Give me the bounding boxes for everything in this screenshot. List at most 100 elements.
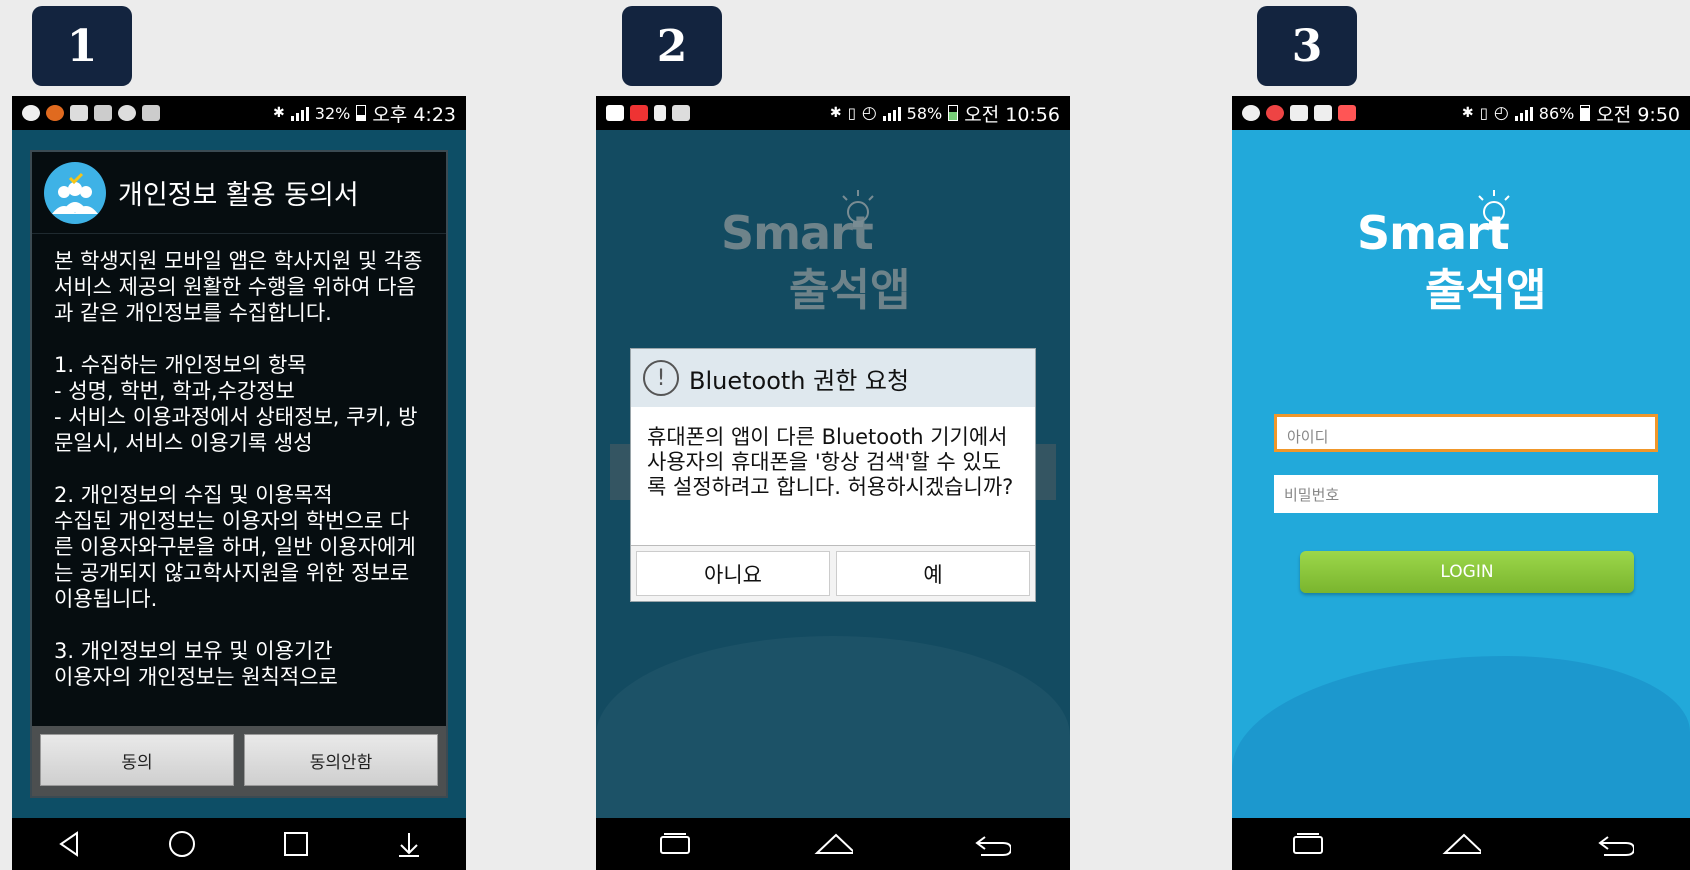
app-icon	[46, 105, 64, 121]
logo-text: Smart	[721, 206, 874, 260]
lightbulb-icon	[1478, 190, 1510, 227]
bluetooth-permission-dialog: ! Bluetooth 권한 요청 휴대폰의 앱이 다른 Bluetooth 기…	[631, 349, 1035, 601]
status-time: 오전 9:50	[1596, 103, 1680, 126]
step-number: 2	[656, 20, 688, 72]
bluetooth-icon: ✱	[1461, 105, 1474, 121]
nav-bar	[12, 818, 466, 870]
signal-icon	[882, 105, 901, 121]
phone-screen-login: ✱ ▯ ◴ 86% 오전 9:50 Smart 출석앱 아이디 비밀번호 LOG…	[1232, 96, 1690, 870]
nav-bar	[1232, 818, 1690, 870]
usb-icon	[654, 105, 666, 121]
section-heading: 2. 개인정보의 수집 및 이용목적	[54, 483, 333, 507]
status-time: 오전 10:56	[964, 103, 1060, 126]
bluetooth-icon: ✱	[829, 105, 842, 121]
dialog-header: ! Bluetooth 권한 요청	[631, 349, 1035, 407]
consent-section-3: 3. 개인정보의 보유 및 이용기간 이용자의 개인정보는 원칙적으로	[54, 638, 426, 690]
step-number: 3	[1291, 20, 1323, 72]
consent-dialog: 개인정보 활용 동의서 본 학생지원 모바일 앱은 학사지원 및 각종 서비스 …	[30, 150, 448, 798]
back-icon[interactable]	[1594, 824, 1634, 864]
battery-percent: 32%	[314, 103, 351, 123]
agree-button[interactable]: 동의	[40, 734, 234, 786]
password-input[interactable]: 비밀번호	[1274, 475, 1658, 513]
battery-percent: 86%	[1538, 103, 1575, 123]
allow-button[interactable]: 예	[836, 551, 1030, 596]
app-icon	[1242, 105, 1260, 121]
notifications-icon[interactable]	[389, 824, 429, 864]
consent-intro: 본 학생지원 모바일 앱은 학사지원 및 각종 서비스 제공의 원활한 수행을 …	[54, 249, 423, 325]
app-icon	[22, 105, 40, 121]
notification-icons	[606, 105, 690, 121]
wifi-hotspot-icon	[118, 105, 136, 121]
dialog-title: 개인정보 활용 동의서	[118, 180, 359, 211]
recents-icon[interactable]	[276, 824, 316, 864]
status-time: 오후 4:23	[372, 103, 456, 126]
status-bar: ✱ ▯ ◴ 86% 오전 9:50	[1232, 96, 1690, 130]
background-shape	[596, 636, 1070, 836]
vibrate-icon: ▯	[847, 104, 856, 122]
logo-subtitle: 출석앱	[1425, 265, 1547, 316]
app-logo: Smart 출석앱	[1357, 190, 1547, 318]
users-icon	[44, 161, 106, 224]
status-bar: ✱ 32% 오후 4:23	[12, 96, 466, 130]
nav-bar	[596, 818, 1070, 870]
dialog-title: Bluetooth 권한 요청	[689, 366, 910, 395]
dialog-button-bar: 아니요 예	[631, 545, 1035, 601]
battery-percent: 58%	[906, 103, 943, 123]
dialog-header: 개인정보 활용 동의서	[32, 152, 446, 234]
call-icon	[142, 105, 160, 121]
alarm-icon: ◴	[1493, 103, 1509, 123]
alarm-icon: ◴	[861, 103, 877, 123]
back-icon[interactable]	[49, 824, 89, 864]
step-number: 1	[66, 20, 98, 72]
battery-icon	[1580, 105, 1591, 121]
recents-icon[interactable]	[1288, 824, 1328, 864]
dialog-button-bar: 동의 동의안함	[32, 726, 446, 796]
battery-icon	[948, 105, 959, 121]
image-icon	[94, 105, 112, 121]
alert-icon: !	[643, 360, 679, 396]
home-icon[interactable]	[1441, 824, 1481, 864]
consent-text[interactable]: 본 학생지원 모바일 앱은 학사지원 및 각종 서비스 제공의 원활한 수행을 …	[32, 234, 446, 714]
signal-icon	[290, 105, 309, 121]
login-button[interactable]: LOGIN	[1300, 551, 1634, 593]
bluetooth-icon: ✱	[273, 105, 285, 121]
home-icon[interactable]	[162, 824, 202, 864]
tool-icon	[70, 105, 88, 121]
battery-icon	[356, 105, 367, 121]
app-icon	[630, 105, 648, 121]
section-line: - 서비스 이용과정에서 상태정보, 쿠키, 방문일시, 서비스 이용기록 생성	[54, 405, 418, 455]
notification-icons	[22, 105, 160, 121]
id-input[interactable]: 아이디	[1274, 414, 1658, 452]
logo-subtitle: 출석앱	[789, 265, 911, 316]
section-line: - 성명, 학번, 학과,수강정보	[54, 379, 295, 403]
step-badge-2: 2	[622, 6, 722, 86]
phone-screen-consent: ✱ 32% 오후 4:23 개인정보 활용 동의서 본 학생지원 모바일 앱은 …	[12, 96, 466, 870]
app-logo: Smart 출석앱	[721, 190, 911, 318]
security-icon	[1266, 105, 1284, 121]
phone-screen-bluetooth: ✱ ▯ ◴ 58% 오전 10:56 Smart 출석앱 ! Bluetooth…	[596, 96, 1070, 870]
notification-icons	[1242, 105, 1356, 121]
disagree-button[interactable]: 동의안함	[244, 734, 438, 786]
back-icon[interactable]	[971, 824, 1011, 864]
add-icon	[606, 105, 624, 121]
signal-icon	[1514, 105, 1533, 121]
logo-text: Smart	[1357, 206, 1510, 260]
section-heading: 1. 수집하는 개인정보의 항목	[54, 353, 307, 377]
recents-icon[interactable]	[655, 824, 695, 864]
section-line: 이용자의 개인정보는 원칙적으로	[54, 665, 338, 689]
image-icon	[672, 105, 690, 121]
email-icon	[1314, 105, 1332, 121]
step-badge-1: 1	[32, 6, 132, 86]
section-line: 수집된 개인정보는 이용자의 학번으로 다른 이용자와구분을 하며, 일반 이용…	[54, 509, 416, 611]
home-icon[interactable]	[813, 824, 853, 864]
dialog-message: 휴대폰의 앱이 다른 Bluetooth 기기에서 사용자의 휴대폰을 '항상 …	[647, 425, 1014, 499]
lightbulb-icon	[842, 190, 874, 227]
consent-section-2: 2. 개인정보의 수집 및 이용목적 수집된 개인정보는 이용자의 학번으로 다…	[54, 482, 426, 612]
consent-section-1: 1. 수집하는 개인정보의 항목 - 성명, 학번, 학과,수강정보 - 서비스…	[54, 352, 426, 456]
section-heading: 3. 개인정보의 보유 및 이용기간	[54, 639, 333, 663]
app-icon	[1338, 105, 1356, 121]
step-badge-3: 3	[1257, 6, 1357, 86]
vibrate-icon: ▯	[1479, 104, 1488, 122]
status-bar: ✱ ▯ ◴ 58% 오전 10:56	[596, 96, 1070, 130]
deny-button[interactable]: 아니요	[636, 551, 830, 596]
